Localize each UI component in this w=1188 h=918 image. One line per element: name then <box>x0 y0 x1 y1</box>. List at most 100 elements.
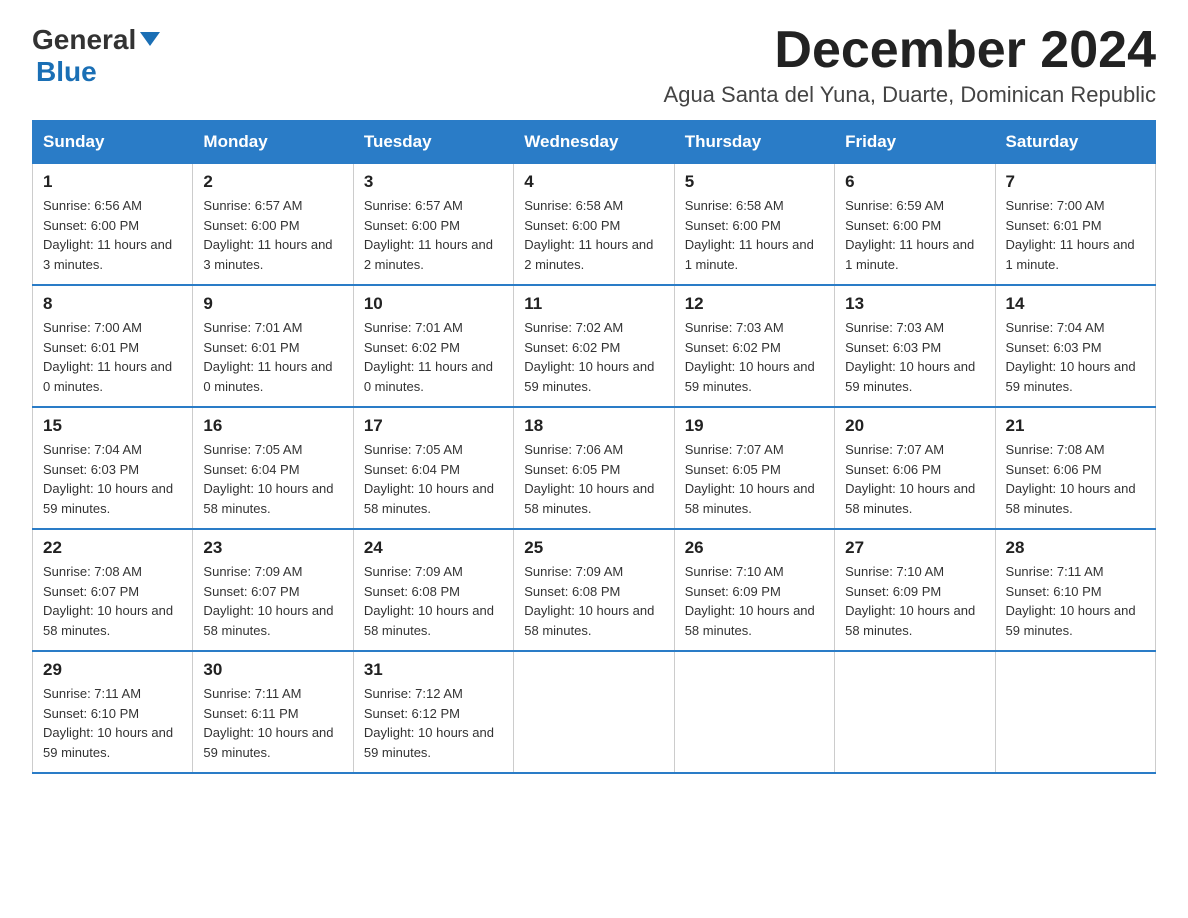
day-number: 25 <box>524 538 663 558</box>
header: General Blue December 2024 Agua Santa de… <box>32 24 1156 108</box>
day-number: 6 <box>845 172 984 192</box>
day-info: Sunrise: 7:12 AM Sunset: 6:12 PM Dayligh… <box>364 684 503 762</box>
day-number: 9 <box>203 294 342 314</box>
day-number: 17 <box>364 416 503 436</box>
day-info: Sunrise: 7:00 AM Sunset: 6:01 PM Dayligh… <box>43 318 182 396</box>
week-row-3: 15 Sunrise: 7:04 AM Sunset: 6:03 PM Dayl… <box>33 407 1156 529</box>
day-cell: 28 Sunrise: 7:11 AM Sunset: 6:10 PM Dayl… <box>995 529 1155 651</box>
day-cell: 10 Sunrise: 7:01 AM Sunset: 6:02 PM Dayl… <box>353 285 513 407</box>
day-info: Sunrise: 7:01 AM Sunset: 6:01 PM Dayligh… <box>203 318 342 396</box>
day-number: 28 <box>1006 538 1145 558</box>
day-cell: 12 Sunrise: 7:03 AM Sunset: 6:02 PM Dayl… <box>674 285 834 407</box>
week-row-4: 22 Sunrise: 7:08 AM Sunset: 6:07 PM Dayl… <box>33 529 1156 651</box>
day-cell: 9 Sunrise: 7:01 AM Sunset: 6:01 PM Dayli… <box>193 285 353 407</box>
day-cell: 8 Sunrise: 7:00 AM Sunset: 6:01 PM Dayli… <box>33 285 193 407</box>
day-cell: 2 Sunrise: 6:57 AM Sunset: 6:00 PM Dayli… <box>193 163 353 285</box>
day-cell: 24 Sunrise: 7:09 AM Sunset: 6:08 PM Dayl… <box>353 529 513 651</box>
day-number: 23 <box>203 538 342 558</box>
week-row-5: 29 Sunrise: 7:11 AM Sunset: 6:10 PM Dayl… <box>33 651 1156 773</box>
day-number: 26 <box>685 538 824 558</box>
day-info: Sunrise: 7:03 AM Sunset: 6:02 PM Dayligh… <box>685 318 824 396</box>
day-number: 24 <box>364 538 503 558</box>
day-cell: 19 Sunrise: 7:07 AM Sunset: 6:05 PM Dayl… <box>674 407 834 529</box>
header-monday: Monday <box>193 121 353 163</box>
header-tuesday: Tuesday <box>353 121 513 163</box>
logo-blue-text: Blue <box>36 56 97 87</box>
day-info: Sunrise: 7:09 AM Sunset: 6:08 PM Dayligh… <box>364 562 503 640</box>
month-title: December 2024 <box>664 24 1156 76</box>
day-number: 4 <box>524 172 663 192</box>
day-number: 31 <box>364 660 503 680</box>
day-cell: 29 Sunrise: 7:11 AM Sunset: 6:10 PM Dayl… <box>33 651 193 773</box>
day-number: 30 <box>203 660 342 680</box>
day-cell: 15 Sunrise: 7:04 AM Sunset: 6:03 PM Dayl… <box>33 407 193 529</box>
day-info: Sunrise: 7:09 AM Sunset: 6:08 PM Dayligh… <box>524 562 663 640</box>
week-row-1: 1 Sunrise: 6:56 AM Sunset: 6:00 PM Dayli… <box>33 163 1156 285</box>
day-cell <box>674 651 834 773</box>
day-cell: 27 Sunrise: 7:10 AM Sunset: 6:09 PM Dayl… <box>835 529 995 651</box>
day-number: 7 <box>1006 172 1145 192</box>
day-number: 18 <box>524 416 663 436</box>
day-cell: 7 Sunrise: 7:00 AM Sunset: 6:01 PM Dayli… <box>995 163 1155 285</box>
day-number: 29 <box>43 660 182 680</box>
day-info: Sunrise: 7:11 AM Sunset: 6:10 PM Dayligh… <box>43 684 182 762</box>
calendar-table: Sunday Monday Tuesday Wednesday Thursday… <box>32 120 1156 774</box>
title-area: December 2024 Agua Santa del Yuna, Duart… <box>664 24 1156 108</box>
day-info: Sunrise: 7:08 AM Sunset: 6:07 PM Dayligh… <box>43 562 182 640</box>
week-row-2: 8 Sunrise: 7:00 AM Sunset: 6:01 PM Dayli… <box>33 285 1156 407</box>
day-info: Sunrise: 6:59 AM Sunset: 6:00 PM Dayligh… <box>845 196 984 274</box>
day-cell: 23 Sunrise: 7:09 AM Sunset: 6:07 PM Dayl… <box>193 529 353 651</box>
day-info: Sunrise: 6:57 AM Sunset: 6:00 PM Dayligh… <box>203 196 342 274</box>
header-wednesday: Wednesday <box>514 121 674 163</box>
day-number: 12 <box>685 294 824 314</box>
day-cell <box>995 651 1155 773</box>
day-number: 3 <box>364 172 503 192</box>
header-thursday: Thursday <box>674 121 834 163</box>
day-cell: 6 Sunrise: 6:59 AM Sunset: 6:00 PM Dayli… <box>835 163 995 285</box>
day-cell: 13 Sunrise: 7:03 AM Sunset: 6:03 PM Dayl… <box>835 285 995 407</box>
day-cell: 25 Sunrise: 7:09 AM Sunset: 6:08 PM Dayl… <box>514 529 674 651</box>
day-cell: 4 Sunrise: 6:58 AM Sunset: 6:00 PM Dayli… <box>514 163 674 285</box>
day-cell <box>514 651 674 773</box>
header-friday: Friday <box>835 121 995 163</box>
day-number: 22 <box>43 538 182 558</box>
day-info: Sunrise: 7:00 AM Sunset: 6:01 PM Dayligh… <box>1006 196 1145 274</box>
day-info: Sunrise: 7:05 AM Sunset: 6:04 PM Dayligh… <box>203 440 342 518</box>
day-info: Sunrise: 7:06 AM Sunset: 6:05 PM Dayligh… <box>524 440 663 518</box>
day-cell <box>835 651 995 773</box>
day-number: 2 <box>203 172 342 192</box>
day-info: Sunrise: 6:56 AM Sunset: 6:00 PM Dayligh… <box>43 196 182 274</box>
day-number: 27 <box>845 538 984 558</box>
day-cell: 30 Sunrise: 7:11 AM Sunset: 6:11 PM Dayl… <box>193 651 353 773</box>
day-cell: 5 Sunrise: 6:58 AM Sunset: 6:00 PM Dayli… <box>674 163 834 285</box>
day-cell: 20 Sunrise: 7:07 AM Sunset: 6:06 PM Dayl… <box>835 407 995 529</box>
day-number: 1 <box>43 172 182 192</box>
day-info: Sunrise: 6:57 AM Sunset: 6:00 PM Dayligh… <box>364 196 503 274</box>
day-info: Sunrise: 7:11 AM Sunset: 6:10 PM Dayligh… <box>1006 562 1145 640</box>
location-title: Agua Santa del Yuna, Duarte, Dominican R… <box>664 82 1156 108</box>
logo-triangle-icon <box>140 32 160 46</box>
day-info: Sunrise: 7:05 AM Sunset: 6:04 PM Dayligh… <box>364 440 503 518</box>
day-cell: 14 Sunrise: 7:04 AM Sunset: 6:03 PM Dayl… <box>995 285 1155 407</box>
day-number: 14 <box>1006 294 1145 314</box>
day-cell: 1 Sunrise: 6:56 AM Sunset: 6:00 PM Dayli… <box>33 163 193 285</box>
day-info: Sunrise: 7:11 AM Sunset: 6:11 PM Dayligh… <box>203 684 342 762</box>
day-info: Sunrise: 7:04 AM Sunset: 6:03 PM Dayligh… <box>43 440 182 518</box>
day-cell: 16 Sunrise: 7:05 AM Sunset: 6:04 PM Dayl… <box>193 407 353 529</box>
day-cell: 26 Sunrise: 7:10 AM Sunset: 6:09 PM Dayl… <box>674 529 834 651</box>
day-info: Sunrise: 7:09 AM Sunset: 6:07 PM Dayligh… <box>203 562 342 640</box>
day-info: Sunrise: 7:07 AM Sunset: 6:05 PM Dayligh… <box>685 440 824 518</box>
day-cell: 3 Sunrise: 6:57 AM Sunset: 6:00 PM Dayli… <box>353 163 513 285</box>
day-info: Sunrise: 7:08 AM Sunset: 6:06 PM Dayligh… <box>1006 440 1145 518</box>
day-info: Sunrise: 7:07 AM Sunset: 6:06 PM Dayligh… <box>845 440 984 518</box>
header-sunday: Sunday <box>33 121 193 163</box>
day-info: Sunrise: 6:58 AM Sunset: 6:00 PM Dayligh… <box>524 196 663 274</box>
day-cell: 22 Sunrise: 7:08 AM Sunset: 6:07 PM Dayl… <box>33 529 193 651</box>
day-info: Sunrise: 7:01 AM Sunset: 6:02 PM Dayligh… <box>364 318 503 396</box>
day-number: 5 <box>685 172 824 192</box>
day-info: Sunrise: 7:10 AM Sunset: 6:09 PM Dayligh… <box>685 562 824 640</box>
day-cell: 31 Sunrise: 7:12 AM Sunset: 6:12 PM Dayl… <box>353 651 513 773</box>
header-saturday: Saturday <box>995 121 1155 163</box>
day-info: Sunrise: 7:04 AM Sunset: 6:03 PM Dayligh… <box>1006 318 1145 396</box>
day-number: 21 <box>1006 416 1145 436</box>
